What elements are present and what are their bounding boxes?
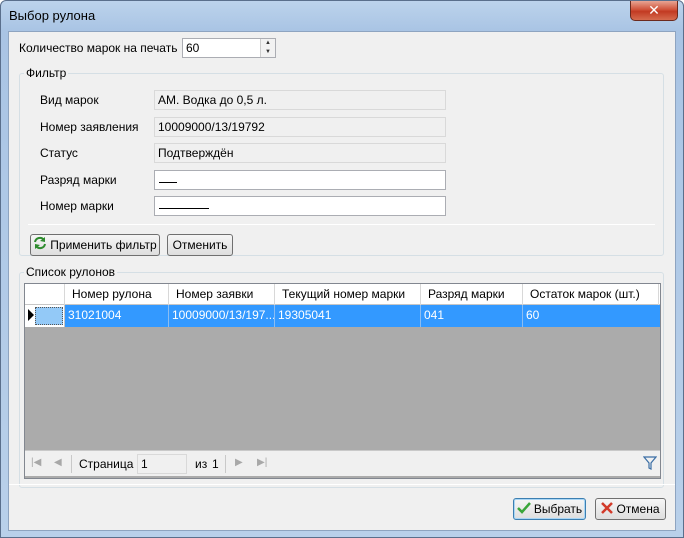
pager-separator xyxy=(71,455,72,473)
of-label: из xyxy=(195,457,208,471)
column-header-mark-digit[interactable]: Разряд марки xyxy=(421,284,523,305)
mark-digit-input[interactable] xyxy=(154,170,446,190)
spin-up-icon[interactable]: ▲ xyxy=(261,39,275,48)
field-label-application: Номер заявления xyxy=(40,120,139,134)
application-number-value: 10009000/13/19792 xyxy=(158,120,265,134)
row-selection-cell xyxy=(35,307,63,325)
title-bar: Выбор рулона ✕ xyxy=(1,1,683,31)
mark-number-input[interactable] xyxy=(154,196,446,216)
column-header-roll[interactable]: Номер рулона xyxy=(65,284,169,305)
cell-roll[interactable]: 31021004 xyxy=(65,305,169,327)
filter-group-title: Фильтр xyxy=(24,66,69,80)
field-label-mark-type: Вид марок xyxy=(40,93,99,107)
reset-filter-button[interactable]: Отменить xyxy=(167,234,233,256)
field-label-mark-digit: Разряд марки xyxy=(40,173,117,187)
filter-group: Фильтр Вид марок АМ. Водка до 0,5 л. Ном… xyxy=(19,66,664,256)
refresh-icon xyxy=(33,236,47,256)
page-label: Страница xyxy=(79,457,134,471)
dialog-client: Количество марок на печать 60 ▲ ▼ Фильтр… xyxy=(8,31,676,531)
cell-remaining[interactable]: 60 xyxy=(523,305,659,327)
count-value: 60 xyxy=(186,41,200,55)
page-input[interactable]: 1 xyxy=(137,454,187,474)
count-stepper[interactable]: 60 ▲ ▼ xyxy=(182,38,276,58)
count-label: Количество марок на печать xyxy=(19,41,178,55)
page-value: 1 xyxy=(141,457,148,471)
total-pages: 1 xyxy=(212,457,219,471)
dialog-window: Выбор рулона ✕ Количество марок на печат… xyxy=(0,0,684,538)
corner-cell xyxy=(25,284,65,305)
status-value: Подтверждён xyxy=(158,146,234,160)
input-mask-line xyxy=(159,182,177,183)
next-page-icon[interactable]: ▶ xyxy=(235,457,243,468)
pager: |◀ ◀ Страница 1 из 1 ▶ ▶| xyxy=(25,450,660,476)
select-button[interactable]: Выбрать xyxy=(513,498,586,520)
window-title: Выбор рулона xyxy=(9,8,96,23)
column-header-remaining[interactable]: Остаток марок (шт.) xyxy=(523,284,659,305)
filter-separator xyxy=(28,224,655,225)
mark-type-value: АМ. Водка до 0,5 л. xyxy=(158,93,267,107)
first-page-icon[interactable]: |◀ xyxy=(31,457,41,468)
close-icon: ✕ xyxy=(648,2,660,18)
field-label-mark-number: Номер марки xyxy=(40,199,114,213)
field-label-status: Статус xyxy=(40,146,78,160)
row-pointer-icon xyxy=(28,309,34,324)
column-header-request[interactable]: Номер заявки xyxy=(169,284,275,305)
cancel-x-icon xyxy=(601,500,614,520)
filter-icon[interactable] xyxy=(642,456,658,473)
reset-filter-label: Отменить xyxy=(172,238,228,252)
cell-mark-digit[interactable]: 041 xyxy=(421,305,523,327)
apply-filter-label: Применить фильтр xyxy=(50,238,157,252)
application-number-field: 10009000/13/19792 xyxy=(154,117,446,137)
check-icon xyxy=(516,500,531,520)
prev-page-icon[interactable]: ◀ xyxy=(54,457,62,468)
select-label: Выбрать xyxy=(533,502,583,516)
status-field: Подтверждён xyxy=(154,143,446,163)
column-header-current-mark[interactable]: Текущий номер марки xyxy=(275,284,421,305)
footer-separator xyxy=(9,484,675,485)
rolls-group-title: Список рулонов xyxy=(24,265,118,279)
pager-separator xyxy=(225,455,226,473)
cancel-label: Отмена xyxy=(616,502,660,516)
input-mask-line xyxy=(159,208,209,209)
cancel-button[interactable]: Отмена xyxy=(595,498,666,520)
table-row[interactable]: 31021004 10009000/13/197... 19305041 041… xyxy=(25,305,660,327)
last-page-icon[interactable]: ▶| xyxy=(257,457,267,468)
row-header[interactable] xyxy=(25,305,65,327)
cell-request[interactable]: 10009000/13/197... xyxy=(169,305,275,327)
grid-header: Номер рулона Номер заявки Текущий номер … xyxy=(25,284,660,305)
mark-type-field: АМ. Водка до 0,5 л. xyxy=(154,90,446,110)
close-button[interactable]: ✕ xyxy=(630,1,678,21)
apply-filter-button[interactable]: Применить фильтр xyxy=(30,234,160,256)
spin-down-icon[interactable]: ▼ xyxy=(261,48,275,57)
cell-current-mark[interactable]: 19305041 xyxy=(275,305,421,327)
